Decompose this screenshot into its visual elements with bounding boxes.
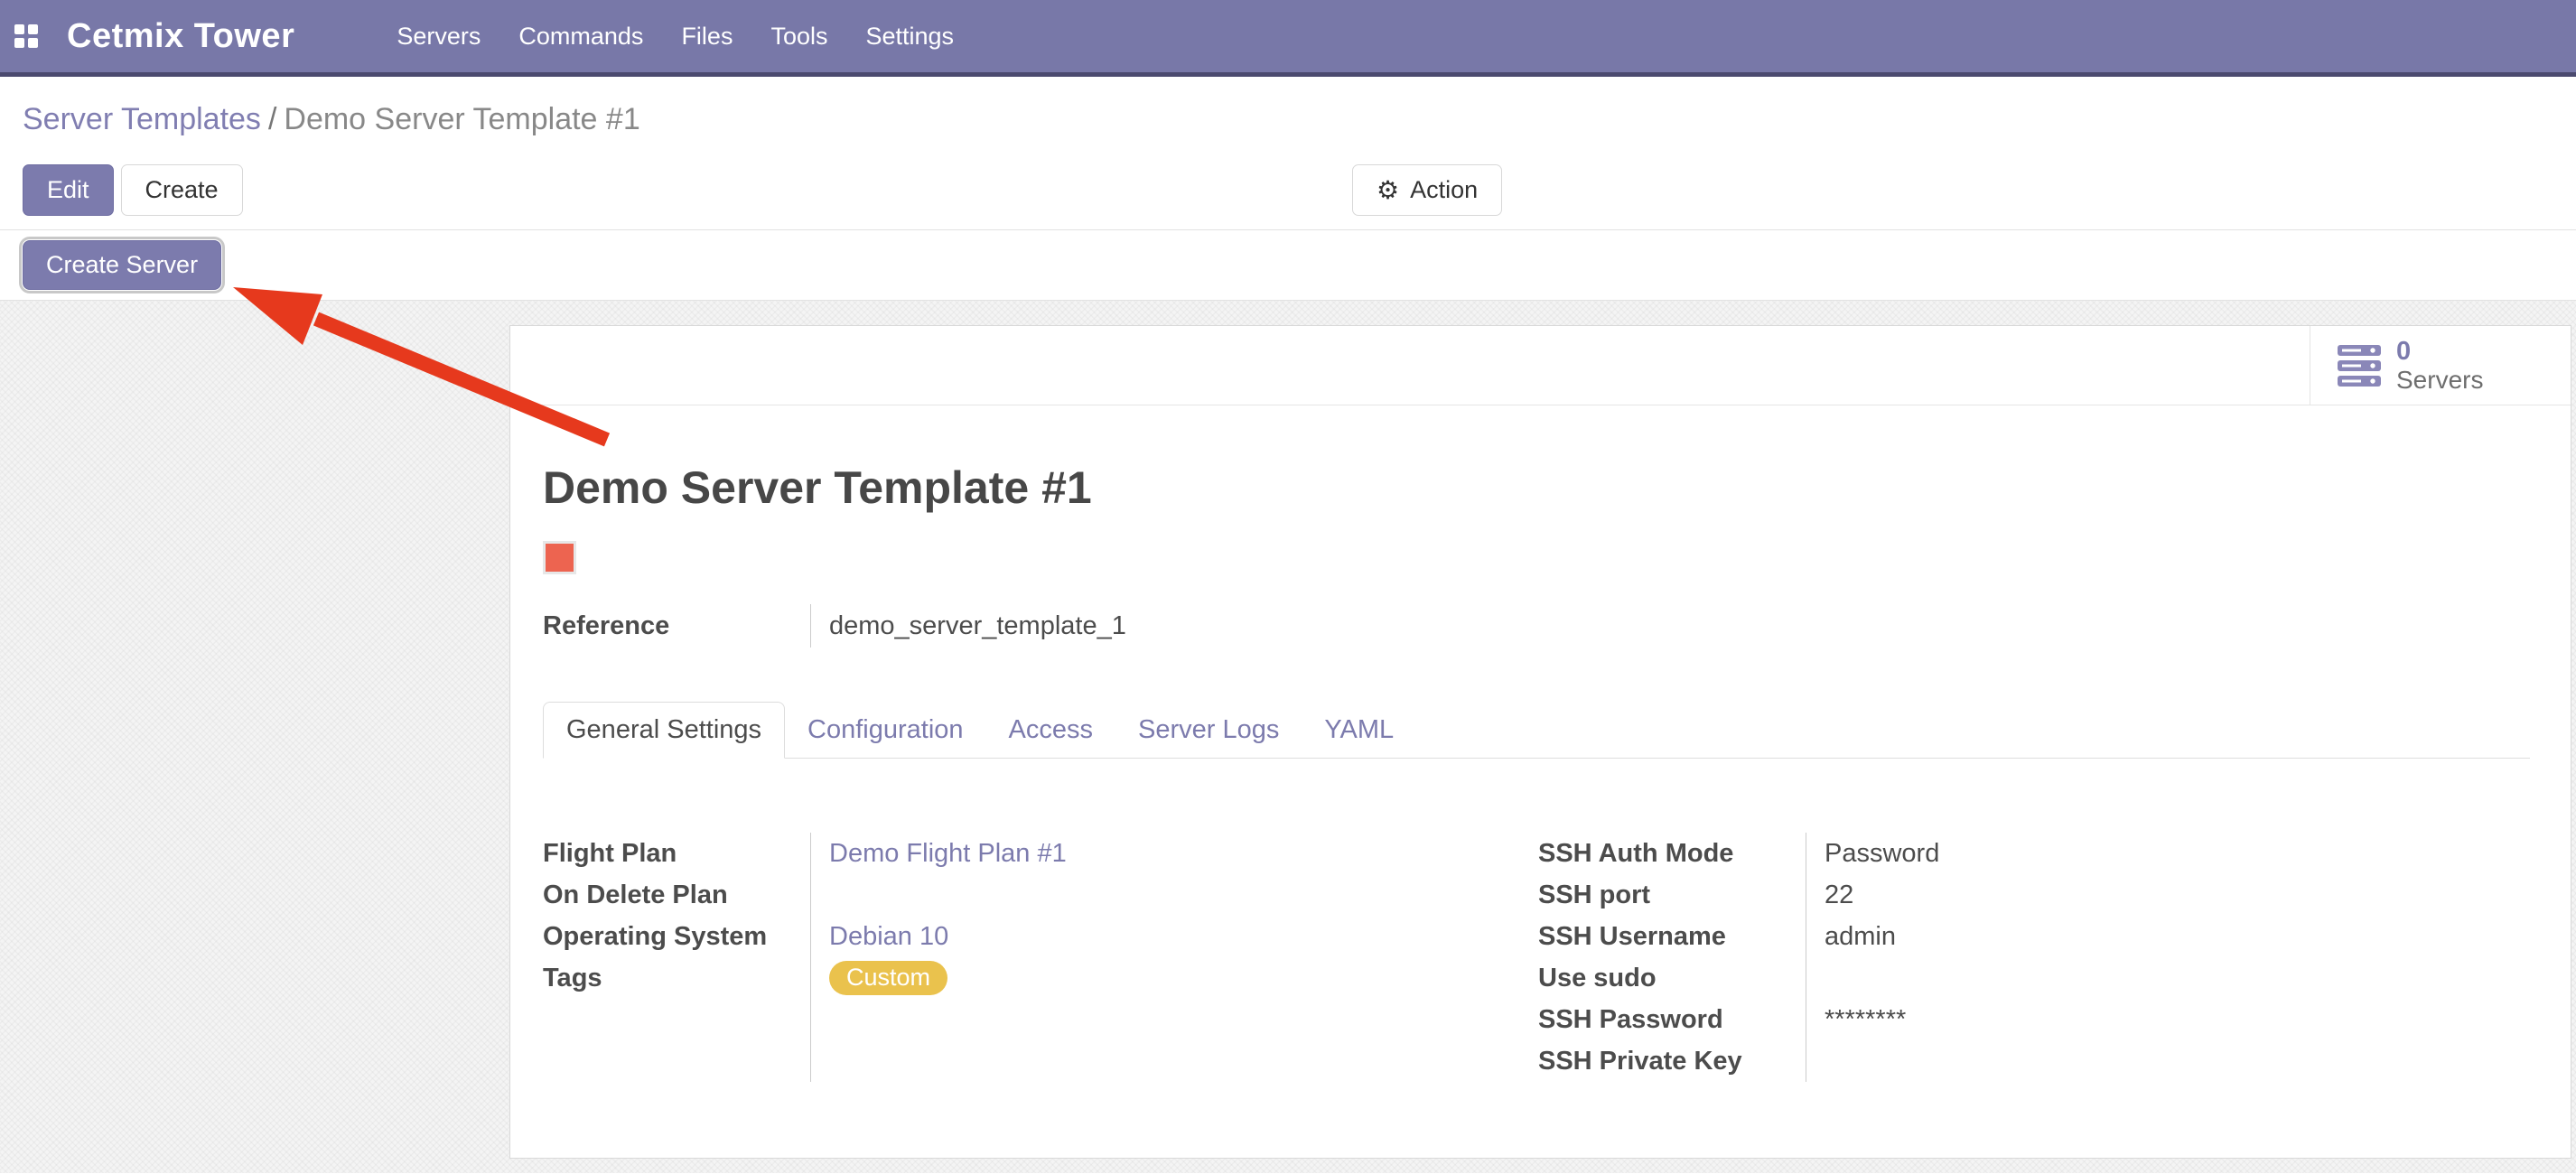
field-label: SSH port <box>1538 880 1806 910</box>
stat-label: Servers <box>2396 366 2483 394</box>
field-row-operating-system: Operating System Debian 10 <box>543 916 1538 957</box>
field-groups: Flight Plan Demo Flight Plan #1 On Delet… <box>543 833 2530 1082</box>
stat-text: 0 Servers <box>2396 337 2483 395</box>
control-panel: Server Templates/Demo Server Template #1… <box>0 77 2576 230</box>
field-row-ssh-auth-mode: SSH Auth Mode Password <box>1538 833 2530 874</box>
form-sheet: Demo Server Template #1 Reference demo_s… <box>510 405 2571 1082</box>
breadcrumb-separator: / <box>261 102 284 136</box>
field-row-ssh-username: SSH Username admin <box>1538 916 2530 957</box>
ssh-password-value: ******** <box>1806 1005 1906 1035</box>
action-button-label: Action <box>1410 176 1478 204</box>
field-label: SSH Auth Mode <box>1538 839 1806 869</box>
breadcrumb: Server Templates/Demo Server Template #1 <box>23 102 640 137</box>
action-button[interactable]: ⚙ Action <box>1352 164 1502 216</box>
top-navbar: Cetmix Tower Servers Commands Files Tool… <box>0 0 2576 77</box>
ssh-username-value: admin <box>1806 922 1896 952</box>
create-server-button[interactable]: Create Server <box>23 240 221 290</box>
form-view-background: 0 Servers Demo Server Template #1 Refere… <box>0 301 2576 1173</box>
breadcrumb-parent-link[interactable]: Server Templates <box>23 102 261 136</box>
reference-label: Reference <box>543 604 810 648</box>
field-row-use-sudo: Use sudo <box>1538 957 2530 999</box>
menu-item-commands[interactable]: Commands <box>499 23 662 51</box>
page-title: Demo Server Template #1 <box>543 461 2530 514</box>
reference-value: demo_server_template_1 <box>811 604 1126 648</box>
button-box-row: 0 Servers <box>510 326 2571 405</box>
statusbar: Create Server <box>0 230 2576 301</box>
field-separator <box>810 833 811 1082</box>
gear-icon: ⚙ <box>1377 178 1399 203</box>
field-label: SSH Username <box>1538 922 1806 952</box>
tags-value: Custom <box>810 961 947 995</box>
record-buttons: Edit Create <box>23 164 243 216</box>
field-label: Operating System <box>543 922 810 952</box>
ssh-port-value: 22 <box>1806 880 1853 910</box>
right-field-group: SSH Auth Mode Password SSH port 22 SSH U… <box>1538 833 2530 1082</box>
tab-access[interactable]: Access <box>986 703 1115 758</box>
stat-count: 0 <box>2396 337 2483 366</box>
field-label: SSH Private Key <box>1538 1047 1806 1076</box>
field-row-ssh-private-key: SSH Private Key <box>1538 1040 2530 1082</box>
tab-configuration[interactable]: Configuration <box>785 703 986 758</box>
create-button[interactable]: Create <box>121 164 243 216</box>
flight-plan-link[interactable]: Demo Flight Plan #1 <box>810 839 1067 869</box>
menu-item-servers[interactable]: Servers <box>378 23 499 51</box>
field-label: Tags <box>543 964 810 993</box>
tab-general-settings[interactable]: General Settings <box>543 702 785 759</box>
breadcrumb-current: Demo Server Template #1 <box>284 102 639 136</box>
main-menu: Servers Commands Files Tools Settings <box>378 23 973 51</box>
color-swatch <box>543 541 576 574</box>
tab-yaml[interactable]: YAML <box>1302 703 1416 758</box>
field-label: Use sudo <box>1538 964 1806 993</box>
apps-grid-icon[interactable] <box>14 24 38 48</box>
menu-item-settings[interactable]: Settings <box>846 23 973 51</box>
field-row-flight-plan: Flight Plan Demo Flight Plan #1 <box>543 833 1538 874</box>
field-label: On Delete Plan <box>543 880 810 910</box>
ssh-auth-mode-value: Password <box>1806 839 1939 869</box>
menu-item-tools[interactable]: Tools <box>751 23 846 51</box>
field-label: Flight Plan <box>543 839 810 869</box>
servers-stat-button[interactable]: 0 Servers <box>2310 326 2571 405</box>
field-row-tags: Tags Custom <box>543 957 1538 999</box>
reference-field-row: Reference demo_server_template_1 <box>543 604 2530 648</box>
field-row-on-delete-plan: On Delete Plan <box>543 874 1538 916</box>
notebook-tabs: General Settings Configuration Access Se… <box>543 702 2530 759</box>
app-brand[interactable]: Cetmix Tower <box>67 17 294 56</box>
tag-badge: Custom <box>829 961 947 995</box>
left-field-group: Flight Plan Demo Flight Plan #1 On Delet… <box>543 833 1538 1082</box>
field-row-ssh-password: SSH Password ******** <box>1538 999 2530 1040</box>
field-row-ssh-port: SSH port 22 <box>1538 874 2530 916</box>
menu-item-files[interactable]: Files <box>662 23 751 51</box>
form-sheet-card: 0 Servers Demo Server Template #1 Refere… <box>509 325 2571 1159</box>
field-label: SSH Password <box>1538 1005 1806 1035</box>
server-stack-icon <box>2338 345 2381 387</box>
edit-button[interactable]: Edit <box>23 164 114 216</box>
tab-server-logs[interactable]: Server Logs <box>1115 703 1302 758</box>
operating-system-link[interactable]: Debian 10 <box>810 922 948 952</box>
